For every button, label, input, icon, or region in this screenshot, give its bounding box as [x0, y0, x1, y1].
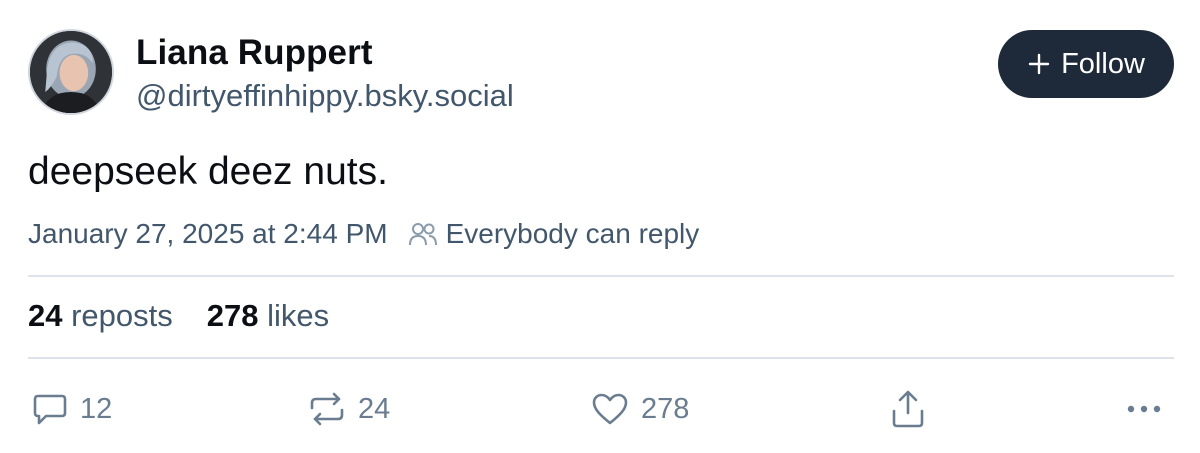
divider [28, 357, 1174, 359]
post-text: deepseek deez nuts. [28, 150, 388, 193]
reposts-count: 24 [28, 298, 63, 333]
action-bar: 12 24 278 [28, 385, 1174, 433]
reply-button[interactable]: 12 [32, 385, 112, 433]
plus-icon [1028, 53, 1050, 75]
post-meta: January 27, 2025 at 2:44 PM Everybody ca… [28, 218, 699, 250]
post-card: Liana Ruppert @dirtyeffinhippy.bsky.soci… [0, 0, 1200, 453]
more-button[interactable] [1124, 385, 1164, 433]
likes-stat[interactable]: 278 likes [207, 298, 329, 334]
people-icon [408, 223, 437, 246]
follow-button-label: Follow [1061, 47, 1145, 80]
follow-button[interactable]: Follow [998, 30, 1174, 98]
author-handle[interactable]: @dirtyeffinhippy.bsky.social [136, 78, 514, 114]
like-count: 278 [641, 392, 690, 425]
repost-button[interactable]: 24 [308, 385, 390, 433]
share-button[interactable] [890, 385, 926, 433]
comment-icon [33, 394, 67, 425]
post-stats: 24 reposts 278 likes [28, 298, 329, 334]
likes-label: likes [267, 298, 330, 333]
likes-count: 278 [206, 298, 259, 333]
heart-icon [592, 393, 628, 425]
author-display-name[interactable]: Liana Ruppert [136, 33, 373, 73]
avatar-photo [30, 31, 112, 113]
avatar[interactable] [28, 29, 114, 115]
like-button[interactable]: 278 [591, 385, 689, 433]
reply-setting[interactable]: Everybody can reply [446, 218, 700, 250]
divider [28, 275, 1174, 277]
post-timestamp[interactable]: January 27, 2025 at 2:44 PM [28, 218, 388, 250]
reply-count: 12 [80, 392, 113, 425]
repost-icon [310, 392, 344, 426]
reposts-label: reposts [71, 298, 173, 333]
share-icon [892, 390, 924, 428]
repost-count: 24 [358, 392, 391, 425]
reposts-stat[interactable]: 24 reposts [28, 298, 173, 334]
more-icon [1127, 405, 1161, 413]
